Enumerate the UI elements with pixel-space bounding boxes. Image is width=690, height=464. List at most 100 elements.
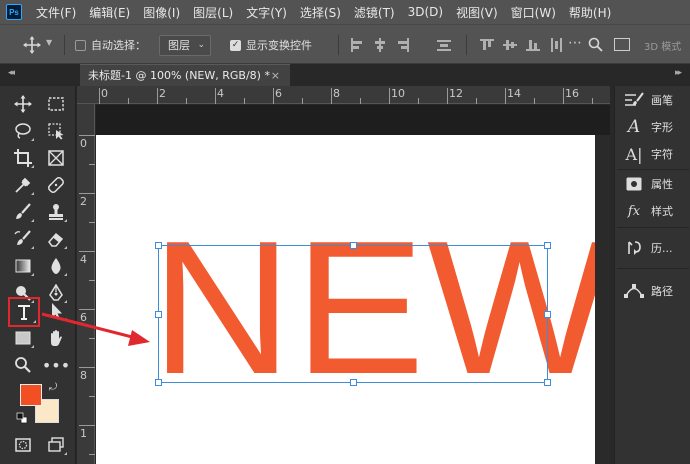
- show-transform-checkbox[interactable]: ✓: [230, 40, 241, 51]
- transform-handle-top-left[interactable]: [155, 242, 162, 249]
- glyphs-icon: A: [627, 117, 641, 137]
- more-tools-icon[interactable]: •••: [42, 352, 70, 378]
- menu-3d[interactable]: 3D(D): [408, 5, 443, 19]
- transform-bounding-box[interactable]: [155, 242, 551, 386]
- divider: [338, 35, 339, 55]
- chevron-down-icon[interactable]: ▼: [46, 38, 52, 47]
- marquee-tool-icon[interactable]: [42, 91, 70, 117]
- brush-settings-icon: [623, 92, 645, 108]
- panel-label: 样式: [651, 205, 673, 218]
- rectangle-tool-icon[interactable]: [9, 325, 37, 351]
- menu-layer[interactable]: 图层(L): [193, 4, 233, 21]
- panel-label: 字形: [651, 121, 673, 134]
- menu-filter[interactable]: 滤镜(T): [354, 4, 395, 21]
- ruler-tick: [89, 396, 95, 397]
- transform-handle-bottom-left[interactable]: [155, 379, 162, 386]
- transform-handle-top-right[interactable]: [544, 242, 551, 249]
- panel-paths[interactable]: 路径: [615, 277, 690, 305]
- menu-select[interactable]: 选择(S): [300, 4, 341, 21]
- type-tool-icon[interactable]: [8, 297, 40, 327]
- transform-handle-bottom-center[interactable]: [350, 379, 357, 386]
- move-tool-preset-icon[interactable]: [22, 36, 42, 54]
- align-right-edges-icon[interactable]: [396, 38, 410, 52]
- panel-properties[interactable]: 属性: [615, 170, 690, 198]
- history-brush-tool-icon[interactable]: [9, 226, 37, 252]
- menu-file[interactable]: 文件(F): [36, 4, 76, 21]
- swap-colors-icon[interactable]: ⤾: [46, 380, 60, 394]
- zoom-tool-icon[interactable]: [9, 352, 37, 378]
- move-tool-icon[interactable]: [9, 91, 37, 117]
- transform-handle-top-center[interactable]: [350, 242, 357, 249]
- ruler-tick: [157, 88, 158, 104]
- distribute-icon[interactable]: [437, 38, 451, 52]
- align-vertical-centers-icon[interactable]: [503, 38, 517, 52]
- transform-handle-middle-right[interactable]: [544, 311, 551, 318]
- menu-type[interactable]: 文字(Y): [246, 4, 287, 21]
- brush-tool-icon[interactable]: [9, 199, 37, 225]
- panel-label: 字符: [651, 148, 673, 161]
- ruler-tick: [99, 88, 100, 104]
- collapse-toolbox-icon[interactable]: ◂◂: [8, 68, 15, 78]
- panel-character[interactable]: A| 字符: [615, 140, 690, 168]
- menu-edit[interactable]: 编辑(E): [89, 4, 130, 21]
- search-icon[interactable]: [588, 37, 603, 55]
- quick-mask-icon[interactable]: [9, 432, 37, 458]
- ruler-tick: [592, 98, 593, 104]
- foreground-color-swatch[interactable]: [20, 384, 42, 406]
- divider: [617, 268, 689, 269]
- align-top-edges-icon[interactable]: [480, 38, 494, 52]
- menu-help[interactable]: 帮助(H): [569, 4, 611, 21]
- ruler-tick: [89, 454, 95, 455]
- align-horizontal-centers-icon[interactable]: [373, 38, 387, 52]
- divider: [617, 227, 689, 228]
- auto-select-target-dropdown[interactable]: 图层 ⌄: [159, 35, 211, 56]
- panel-brush-settings[interactable]: 画笔: [615, 86, 690, 114]
- ruler-tick: [476, 98, 477, 104]
- ruler-tick: [79, 251, 95, 252]
- ruler-label: 6: [80, 311, 87, 324]
- panel-styles[interactable]: fx 样式: [615, 197, 690, 225]
- clone-stamp-tool-icon[interactable]: [42, 199, 70, 225]
- menu-view[interactable]: 视图(V): [456, 4, 498, 21]
- options-bar: ▼ 自动选择： 图层 ⌄ ✓ 显示变换控件 ⋯ 3D 模式: [0, 24, 690, 64]
- auto-select-checkbox[interactable]: [75, 40, 86, 51]
- distribute-vertical-icon[interactable]: [549, 38, 563, 52]
- ruler-tick: [505, 88, 506, 104]
- transform-handle-middle-left[interactable]: [155, 311, 162, 318]
- panel-glyphs[interactable]: A 字形: [615, 113, 690, 141]
- ruler-tick: [447, 88, 448, 104]
- photoshop-logo: Ps: [6, 4, 22, 20]
- ruler-tick: [244, 98, 245, 104]
- healing-brush-tool-icon[interactable]: [42, 172, 70, 198]
- blur-tool-icon[interactable]: [42, 253, 70, 279]
- eraser-tool-icon[interactable]: [42, 226, 70, 252]
- default-colors-icon[interactable]: [16, 412, 28, 424]
- menu-window[interactable]: 窗口(W): [511, 4, 556, 21]
- transform-handle-bottom-right[interactable]: [544, 379, 551, 386]
- collapse-panels-icon[interactable]: ▸▸: [675, 68, 682, 78]
- ruler-label: 0: [80, 137, 87, 150]
- frame-tool-icon[interactable]: [42, 145, 70, 171]
- workspace-icon[interactable]: [614, 38, 630, 51]
- ruler-tick: [79, 309, 95, 310]
- object-select-tool-icon[interactable]: [42, 118, 70, 144]
- more-options-icon[interactable]: ⋯: [568, 35, 582, 51]
- screen-mode-icon[interactable]: [42, 432, 70, 458]
- path-selection-tool-icon[interactable]: [42, 298, 70, 324]
- eyedropper-tool-icon[interactable]: [9, 172, 37, 198]
- menu-image[interactable]: 图像(I): [143, 4, 180, 21]
- panel-history[interactable]: 历...: [615, 234, 690, 262]
- align-left-edges-icon[interactable]: [350, 38, 364, 52]
- ruler-tick: [418, 98, 419, 104]
- hand-tool-icon[interactable]: [42, 325, 70, 351]
- crop-tool-icon[interactable]: [9, 145, 37, 171]
- 3d-mode-label: 3D 模式: [644, 42, 682, 53]
- panel-label: 属性: [651, 178, 673, 191]
- panel-label: 路径: [651, 285, 673, 298]
- align-bottom-edges-icon[interactable]: [526, 38, 540, 52]
- gradient-tool-icon[interactable]: [9, 253, 37, 279]
- document-tab[interactable]: 未标题-1 @ 100% (NEW, RGB/8) * ×: [80, 64, 290, 86]
- panel-label: 画笔: [651, 94, 673, 107]
- close-tab-icon[interactable]: ×: [271, 65, 280, 86]
- lasso-tool-icon[interactable]: [9, 118, 37, 144]
